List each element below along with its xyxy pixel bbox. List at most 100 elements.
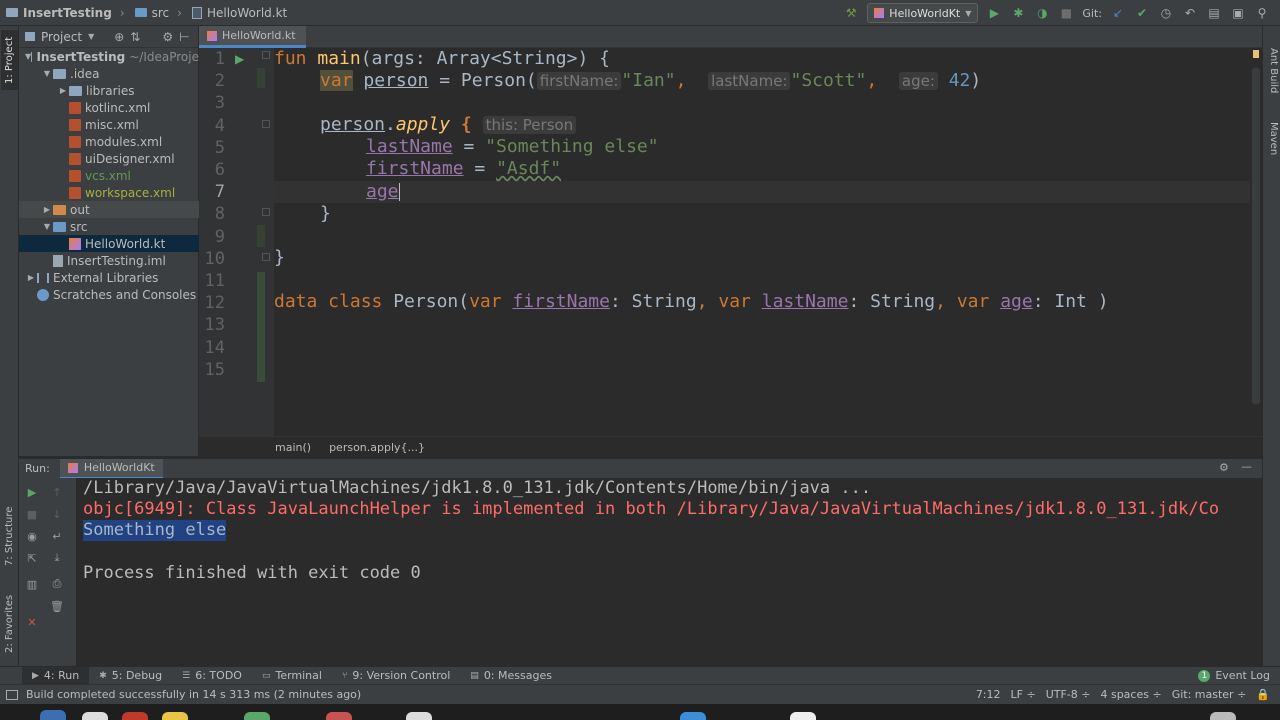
tab-maven[interactable]: Maven <box>1265 122 1279 182</box>
expand-right-icon[interactable]: ▶ <box>57 86 69 95</box>
scroll-to-end-icon[interactable]: ⤓ <box>49 550 65 566</box>
close-icon[interactable]: ✕ <box>24 614 40 630</box>
tool-tab[interactable]: ▭ Terminal <box>252 667 332 685</box>
dock-safari-icon[interactable] <box>82 712 108 720</box>
rerun-icon[interactable]: ▶ <box>24 484 40 500</box>
tree-item[interactable]: vcs.xml <box>19 167 199 184</box>
pin-icon[interactable]: ▥ <box>24 576 40 592</box>
warning-marker[interactable] <box>1253 50 1259 58</box>
dock-app-icon[interactable] <box>122 712 148 720</box>
tree-item[interactable]: misc.xml <box>19 116 199 133</box>
up-icon[interactable]: ↑ <box>49 484 65 500</box>
run-tab-helloworldkt[interactable]: HelloWorldKt <box>59 458 163 479</box>
fold-icon[interactable] <box>262 253 270 261</box>
tree-item[interactable]: workspace.xml <box>19 184 199 201</box>
dock-app-icon[interactable] <box>790 712 816 720</box>
collapse-icon[interactable]: ⇅ <box>130 30 140 44</box>
breadcrumb-main[interactable]: main() <box>275 441 311 454</box>
event-log[interactable]: 1 Event Log <box>1198 669 1270 682</box>
trash-icon[interactable]: 🗑 <box>49 598 65 614</box>
build-hammer-icon[interactable]: ⚒ <box>843 5 859 21</box>
line-separator[interactable]: LF ÷ <box>1011 688 1036 701</box>
status-message[interactable]: Build completed successfully in 14 s 313… <box>26 688 361 701</box>
run-gutter-icon[interactable]: ▶ <box>235 52 244 66</box>
debug-icon[interactable]: ✱ <box>1010 5 1026 21</box>
tree-item[interactable]: ▶ out <box>19 201 199 218</box>
dock-app-icon[interactable] <box>326 712 352 720</box>
gear-icon[interactable]: ⚙ <box>1219 461 1229 474</box>
tree-item[interactable]: ▶ libraries <box>19 82 199 99</box>
history-icon[interactable]: ◷ <box>1158 5 1174 21</box>
revert-icon[interactable]: ↶ <box>1182 5 1198 21</box>
tool-tab[interactable]: ✱ 5: Debug <box>89 667 172 685</box>
tree-item[interactable]: modules.xml <box>19 133 199 150</box>
tab-ant-build[interactable]: Ant Build <box>1265 48 1279 118</box>
dock-app-icon[interactable] <box>406 712 432 720</box>
expand-down-icon[interactable]: ▼ <box>41 222 53 231</box>
breadcrumb-apply[interactable]: person.apply{...} <box>329 441 425 454</box>
coverage-icon[interactable]: ◑ <box>1034 5 1050 21</box>
stop-icon[interactable]: ■ <box>1058 5 1074 21</box>
minimize-icon[interactable]: — <box>1241 460 1252 473</box>
tree-item[interactable]: ▼ src <box>19 218 199 235</box>
expand-down-icon[interactable]: ▼ <box>41 69 53 78</box>
down-icon[interactable]: ↓ <box>49 506 65 522</box>
dock-trash-icon[interactable] <box>1210 712 1236 720</box>
breadcrumb-project[interactable]: InsertTesting › <box>0 0 129 26</box>
tree-item[interactable]: InsertTesting.iml <box>19 252 199 269</box>
print-icon[interactable]: ⎙ <box>49 576 65 592</box>
expand-right-icon[interactable]: ▶ <box>25 273 37 282</box>
tab-helloworld-kt[interactable]: HelloWorld.kt <box>199 26 306 48</box>
tree-item[interactable]: HelloWorld.kt <box>19 235 199 252</box>
chevron-down-icon[interactable]: ▼ <box>88 32 94 41</box>
tree-item[interactable]: kotlinc.xml <box>19 99 199 116</box>
tab-favorites[interactable]: 2: Favorites <box>1 584 18 664</box>
camera-icon[interactable]: ◉ <box>24 528 40 544</box>
tree-item[interactable]: ▶ External Libraries <box>19 269 199 286</box>
breadcrumb-file[interactable]: HelloWorld.kt <box>186 0 291 26</box>
project-structure-icon[interactable]: ▤ <box>1206 5 1222 21</box>
tool-tab[interactable]: ⑂ 9: Version Control <box>332 667 460 685</box>
scrollbar-thumb[interactable] <box>1252 68 1260 404</box>
git-update-icon[interactable]: ↙ <box>1110 5 1126 21</box>
project-view-select[interactable]: Project <box>41 30 82 44</box>
git-branch[interactable]: Git: master ÷ <box>1172 688 1247 701</box>
run-icon[interactable]: ▶ <box>986 5 1002 21</box>
stop-icon[interactable]: ■ <box>24 506 40 522</box>
run-configuration-select[interactable]: HelloWorldKt ▼ <box>867 3 979 23</box>
code-editor[interactable]: fun main(args: Array<String>) { var pers… <box>274 48 1250 436</box>
tree-item[interactable]: uiDesigner.xml <box>19 150 199 167</box>
breadcrumb-src[interactable]: src › <box>129 0 186 26</box>
indent[interactable]: 4 spaces ÷ <box>1100 688 1161 701</box>
dock-finder-icon[interactable] <box>40 710 66 720</box>
locate-icon[interactable]: ⊕ <box>114 30 124 44</box>
tool-windows-icon[interactable] <box>6 689 18 700</box>
fold-icon[interactable] <box>262 208 270 216</box>
exit-icon[interactable]: ⇱ <box>24 550 40 566</box>
caret-position[interactable]: 7:12 <box>976 688 1001 701</box>
search-icon[interactable]: ⚲ <box>1254 5 1270 21</box>
dock-notes-icon[interactable] <box>162 712 188 720</box>
tree-item[interactable]: Scratches and Consoles <box>19 286 199 303</box>
soft-wrap-icon[interactable]: ↵ <box>49 528 65 544</box>
editor-scrollbar[interactable] <box>1250 48 1262 436</box>
fold-icon[interactable] <box>262 120 270 128</box>
tool-tab[interactable]: ▤ 0: Messages <box>460 667 562 685</box>
tab-structure[interactable]: 7: Structure <box>1 496 18 576</box>
sdk-icon[interactable]: ▣ <box>1230 5 1246 21</box>
console-output[interactable]: /Library/Java/JavaVirtualMachines/jdk1.8… <box>76 478 1262 666</box>
dock-app-icon[interactable] <box>244 712 270 720</box>
encoding[interactable]: UTF-8 ÷ <box>1046 688 1091 701</box>
dock-app-icon[interactable] <box>680 712 706 720</box>
git-commit-icon[interactable]: ✔ <box>1134 5 1150 21</box>
tree-item[interactable]: ▼ InsertTesting ~/IdeaProje <box>19 48 199 65</box>
tab-project[interactable]: 1: Project <box>1 30 18 90</box>
expand-right-icon[interactable]: ▶ <box>41 205 53 214</box>
tree-item[interactable]: ▼ .idea <box>19 65 199 82</box>
hide-icon[interactable]: ⊢ <box>179 30 189 44</box>
lock-icon[interactable]: 🔒 <box>1256 688 1270 701</box>
gear-icon[interactable]: ⚙ <box>162 30 173 44</box>
fold-icon[interactable] <box>262 51 270 59</box>
tool-tab[interactable]: ☰ 6: TODO <box>172 667 252 685</box>
tool-tab[interactable]: ▶ 4: Run <box>22 666 90 685</box>
